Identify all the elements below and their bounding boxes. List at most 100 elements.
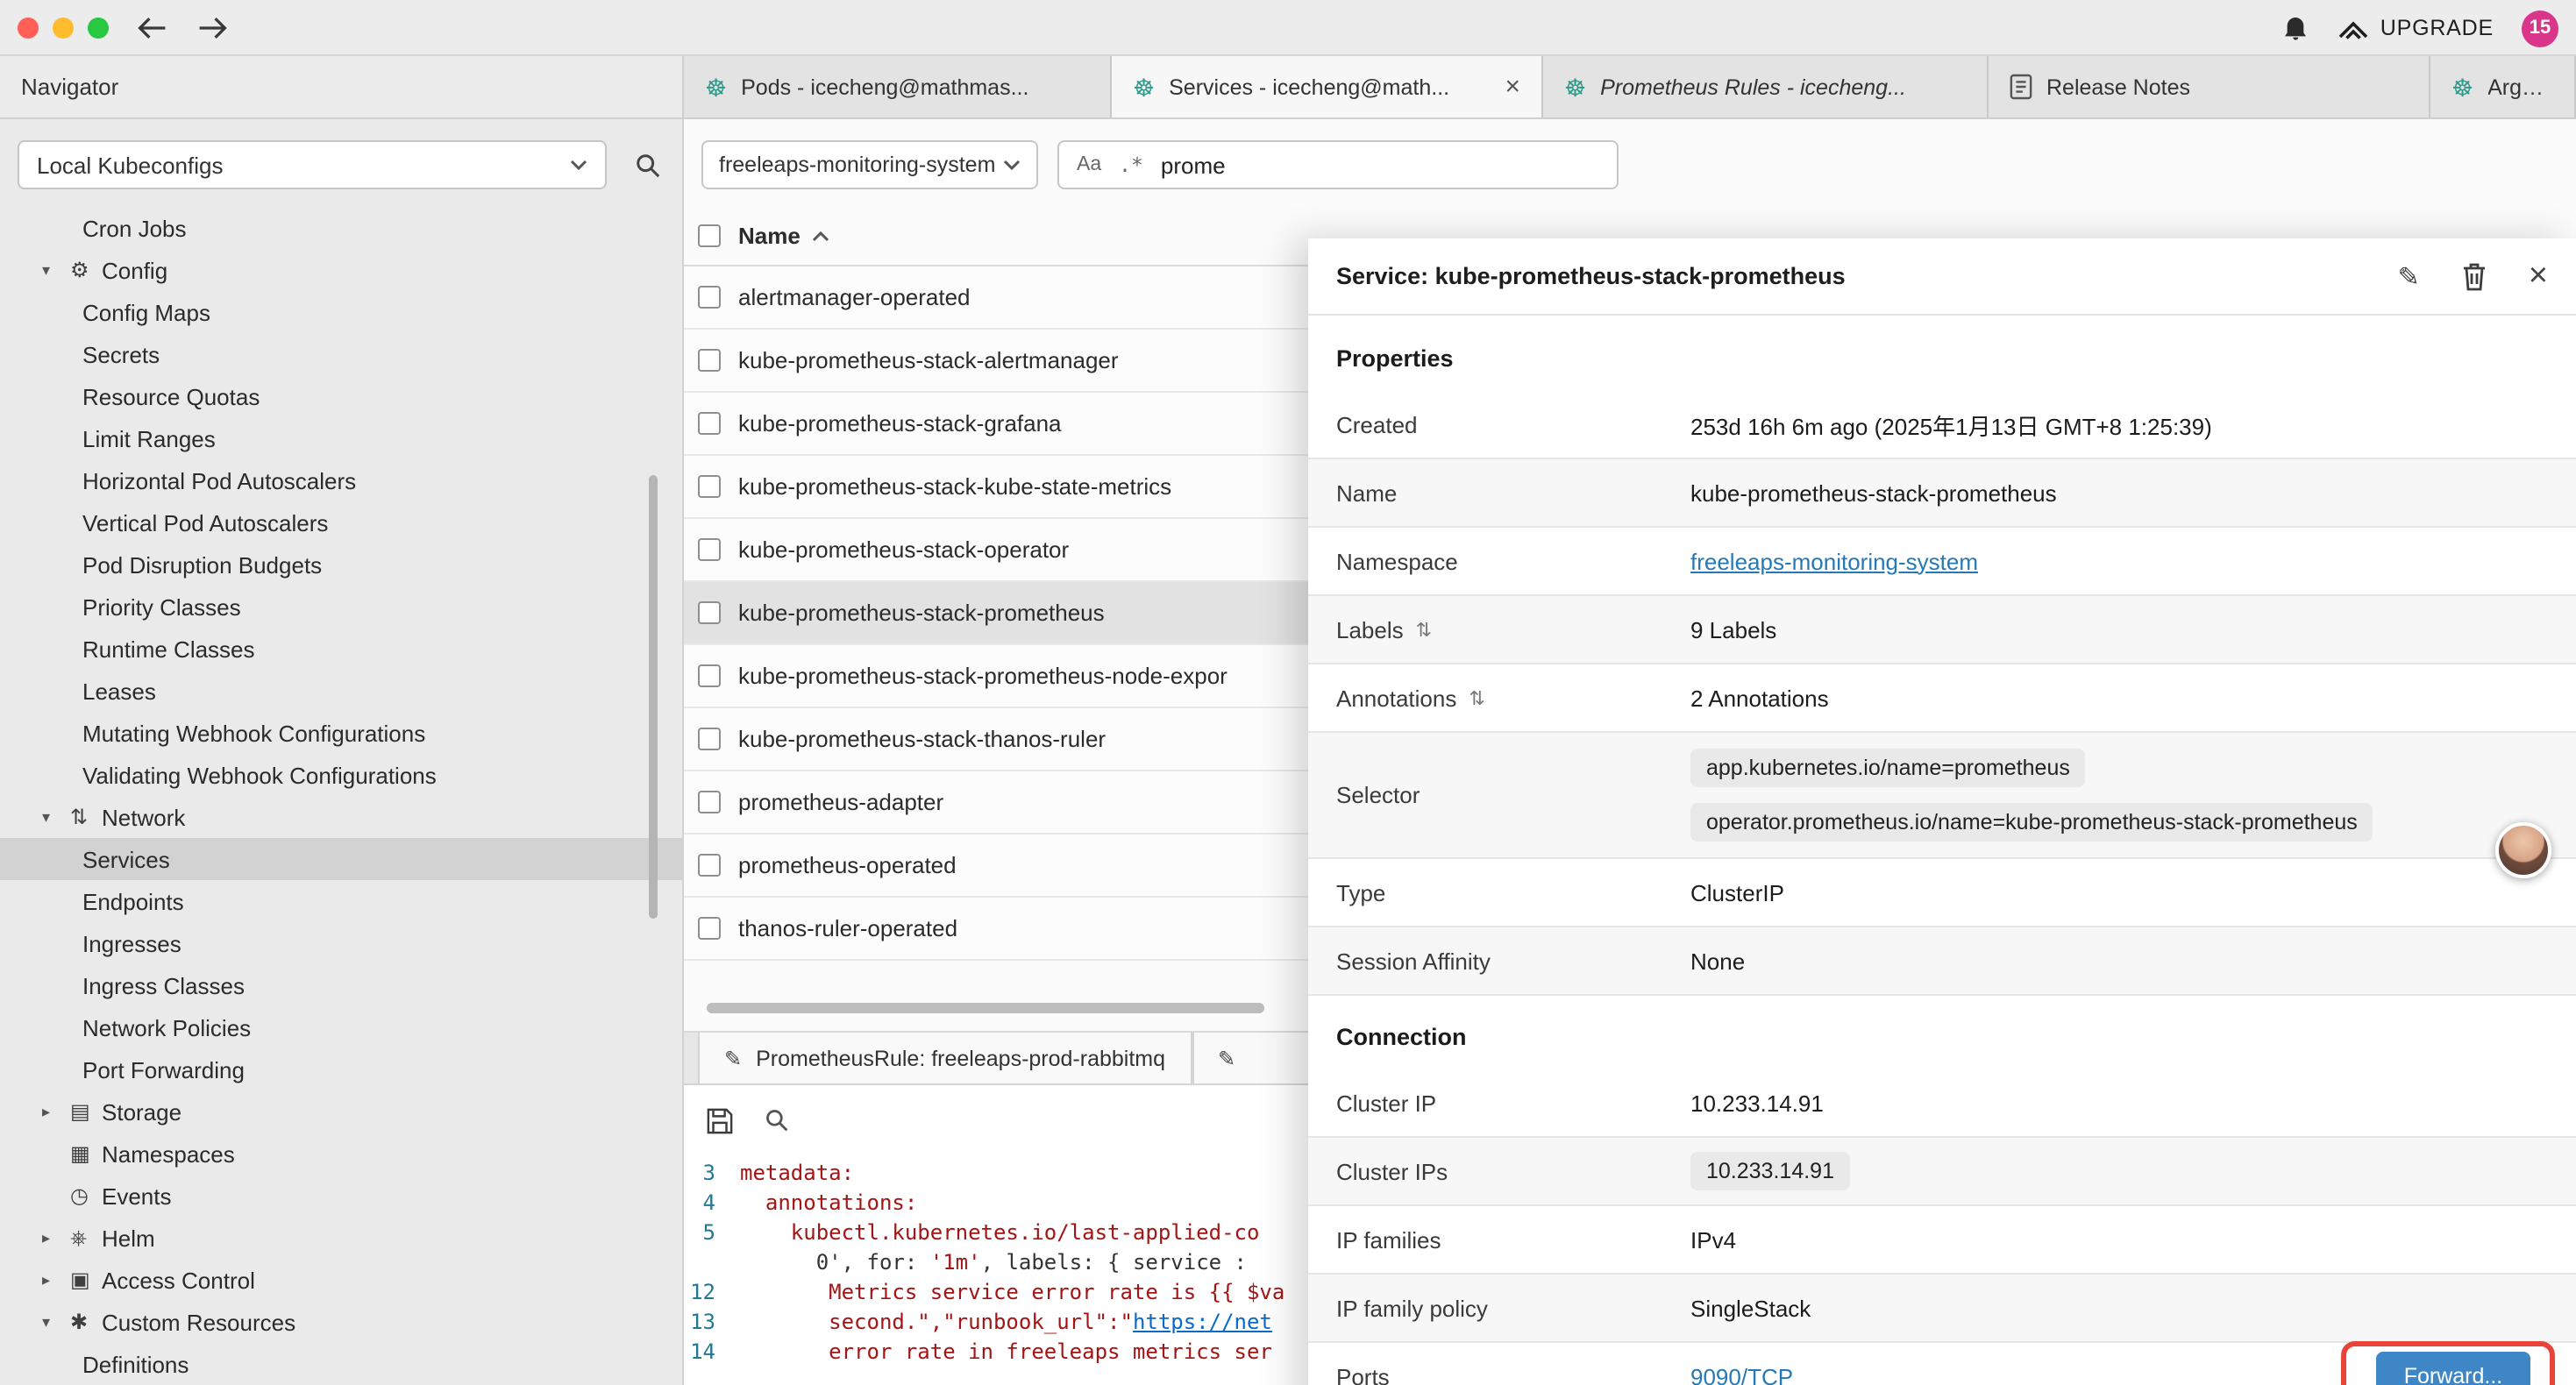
service-name: kube-prometheus-stack-operator xyxy=(738,536,1069,563)
back-button[interactable] xyxy=(137,15,168,39)
sidebar-item-label: Config Maps xyxy=(82,299,210,325)
sidebar-item-namespaces[interactable]: ▦Namespaces xyxy=(0,1133,682,1175)
sidebar-item-ingress-classes[interactable]: Ingress Classes xyxy=(0,964,682,1006)
save-icon[interactable] xyxy=(707,1107,733,1133)
sidebar-item-vertical-pod-autoscalers[interactable]: Vertical Pod Autoscalers xyxy=(0,501,682,543)
minimize-window-button[interactable] xyxy=(53,17,74,38)
row-checkbox[interactable] xyxy=(698,854,721,877)
sidebar-item-validating-webhook-configurations[interactable]: Validating Webhook Configurations xyxy=(0,754,682,796)
sidebar-item-cron-jobs[interactable]: Cron Jobs xyxy=(0,207,682,249)
service-name: thanos-ruler-operated xyxy=(738,915,957,941)
sidebar-item-resource-quotas[interactable]: Resource Quotas xyxy=(0,375,682,417)
upgrade-icon xyxy=(2338,17,2370,39)
sidebar-item-storage[interactable]: ▸▤Storage xyxy=(0,1090,682,1133)
tab-pods[interactable]: ☸ Pods - icecheng@mathmas... xyxy=(684,56,1112,117)
sidebar-item-label: Runtime Classes xyxy=(82,636,255,662)
access-icon: ▣ xyxy=(70,1268,102,1292)
sidebar-item-network[interactable]: ▾⇅Network xyxy=(0,796,682,838)
namespace-filter-dropdown[interactable]: freeleaps-monitoring-system xyxy=(701,140,1038,189)
tab-release-notes[interactable]: Release Notes xyxy=(1989,56,2430,117)
notification-count-badge[interactable]: 15 xyxy=(2522,10,2558,46)
close-tab-icon[interactable]: × xyxy=(1505,72,1520,102)
sidebar-item-port-forwarding[interactable]: Port Forwarding xyxy=(0,1048,682,1090)
sidebar-scrollbar[interactable] xyxy=(649,475,658,919)
sidebar-item-label: Resource Quotas xyxy=(82,383,260,409)
expand-annotations-icon[interactable]: ⇅ xyxy=(1469,686,1484,709)
sidebar-item-helm[interactable]: ▸⎈Helm xyxy=(0,1217,682,1259)
name-column-header[interactable]: Name xyxy=(738,223,801,249)
annotations-count: 2 Annotations xyxy=(1690,685,1829,711)
kubeconfig-dropdown[interactable]: Local Kubeconfigs xyxy=(18,140,607,189)
horizontal-scrollbar[interactable] xyxy=(707,1003,1264,1013)
edit-icon[interactable]: ✎ xyxy=(2398,260,2420,292)
chevron-down-icon: ▾ xyxy=(42,260,70,280)
forward-button[interactable] xyxy=(196,15,228,39)
sidebar-item-endpoints[interactable]: Endpoints xyxy=(0,880,682,922)
row-checkbox[interactable] xyxy=(698,412,721,435)
tab-services[interactable]: ☸ Services - icecheng@math... × xyxy=(1112,56,1543,117)
search-value: prome xyxy=(1161,152,1226,178)
sidebar-item-network-policies[interactable]: Network Policies xyxy=(0,1006,682,1048)
tab-argo[interactable]: ☸ Argo S xyxy=(2430,56,2576,117)
sidebar-item-label: Pod Disruption Budgets xyxy=(82,551,322,578)
notifications-bell-icon[interactable] xyxy=(2282,14,2310,42)
expand-labels-icon[interactable]: ⇅ xyxy=(1416,618,1432,641)
sidebar-item-secrets[interactable]: Secrets xyxy=(0,333,682,375)
sort-ascending-icon[interactable] xyxy=(813,231,830,241)
storage-icon: ▤ xyxy=(70,1099,102,1124)
section-heading-properties: Properties xyxy=(1308,317,2576,391)
row-checkbox[interactable] xyxy=(698,538,721,561)
sidebar-item-runtime-classes[interactable]: Runtime Classes xyxy=(0,628,682,670)
sidebar-item-priority-classes[interactable]: Priority Classes xyxy=(0,586,682,628)
row-checkbox[interactable] xyxy=(698,791,721,813)
custom-icon: ✱ xyxy=(70,1310,102,1334)
sidebar-item-events[interactable]: ◷Events xyxy=(0,1175,682,1217)
service-detail-drawer: Service: kube-prometheus-stack-prometheu… xyxy=(1308,238,2576,1385)
drawer-body: Properties Created 253d 16h 6m ago (2025… xyxy=(1308,317,2576,1385)
row-checkbox[interactable] xyxy=(698,601,721,624)
sidebar-search-icon[interactable] xyxy=(635,153,661,179)
close-window-button[interactable] xyxy=(18,17,39,38)
port-link-9090[interactable]: 9090/TCP xyxy=(1690,1363,1793,1385)
regex-toggle[interactable]: .* xyxy=(1119,153,1143,177)
row-checkbox[interactable] xyxy=(698,728,721,750)
upgrade-button[interactable]: UPGRADE xyxy=(2338,16,2494,40)
sidebar-item-access-control[interactable]: ▸▣Access Control xyxy=(0,1259,682,1301)
sidebar-item-label: Storage xyxy=(102,1098,181,1125)
sidebar-item-definitions[interactable]: Definitions xyxy=(0,1343,682,1385)
sidebar-item-custom-resources[interactable]: ▾✱Custom Resources xyxy=(0,1301,682,1343)
selector-badge: app.kubernetes.io/name=prometheus xyxy=(1690,749,2086,787)
sidebar-item-config[interactable]: ▾⚙Config xyxy=(0,249,682,291)
row-checkbox[interactable] xyxy=(698,286,721,309)
chevron-down-icon: ▾ xyxy=(42,1312,70,1332)
sidebar-item-services[interactable]: Services xyxy=(0,838,682,880)
row-checkbox[interactable] xyxy=(698,475,721,498)
select-all-checkbox[interactable] xyxy=(698,224,721,247)
zoom-window-button[interactable] xyxy=(88,17,109,38)
search-input[interactable]: Aa .* prome xyxy=(1057,140,1619,189)
row-checkbox[interactable] xyxy=(698,917,721,940)
user-avatar[interactable] xyxy=(2495,822,2551,878)
close-icon[interactable]: × xyxy=(2529,257,2548,295)
line-number: 3 xyxy=(684,1159,740,1189)
editor-search-icon[interactable] xyxy=(765,1108,789,1133)
sidebar-item-ingresses[interactable]: Ingresses xyxy=(0,922,682,964)
forward-button[interactable]: Forward... xyxy=(2376,1352,2530,1385)
sidebar-item-mutating-webhook-configurations[interactable]: Mutating Webhook Configurations xyxy=(0,712,682,754)
sidebar-item-config-maps[interactable]: Config Maps xyxy=(0,291,682,333)
sidebar-item-label: Ingress Classes xyxy=(82,972,245,998)
delete-icon[interactable] xyxy=(2462,262,2487,290)
sidebar-item-horizontal-pod-autoscalers[interactable]: Horizontal Pod Autoscalers xyxy=(0,459,682,501)
editor-tab-prometheusrule[interactable]: ✎ PrometheusRule: freeleaps-prod-rabbitm… xyxy=(698,1033,1192,1083)
sidebar-item-pod-disruption-budgets[interactable]: Pod Disruption Budgets xyxy=(0,543,682,586)
row-checkbox[interactable] xyxy=(698,349,721,372)
tab-prometheus-rules[interactable]: ☸ Prometheus Rules - icecheng... xyxy=(1543,56,1989,117)
property-row-selector: Selector app.kubernetes.io/name=promethe… xyxy=(1308,733,2576,859)
labels-count: 9 Labels xyxy=(1690,616,1776,643)
sidebar-item-label: Config xyxy=(102,257,167,283)
match-case-toggle[interactable]: Aa xyxy=(1077,154,1101,175)
sidebar-item-limit-ranges[interactable]: Limit Ranges xyxy=(0,417,682,459)
sidebar-item-leases[interactable]: Leases xyxy=(0,670,682,712)
namespace-link[interactable]: freeleaps-monitoring-system xyxy=(1690,548,1978,574)
row-checkbox[interactable] xyxy=(698,664,721,687)
